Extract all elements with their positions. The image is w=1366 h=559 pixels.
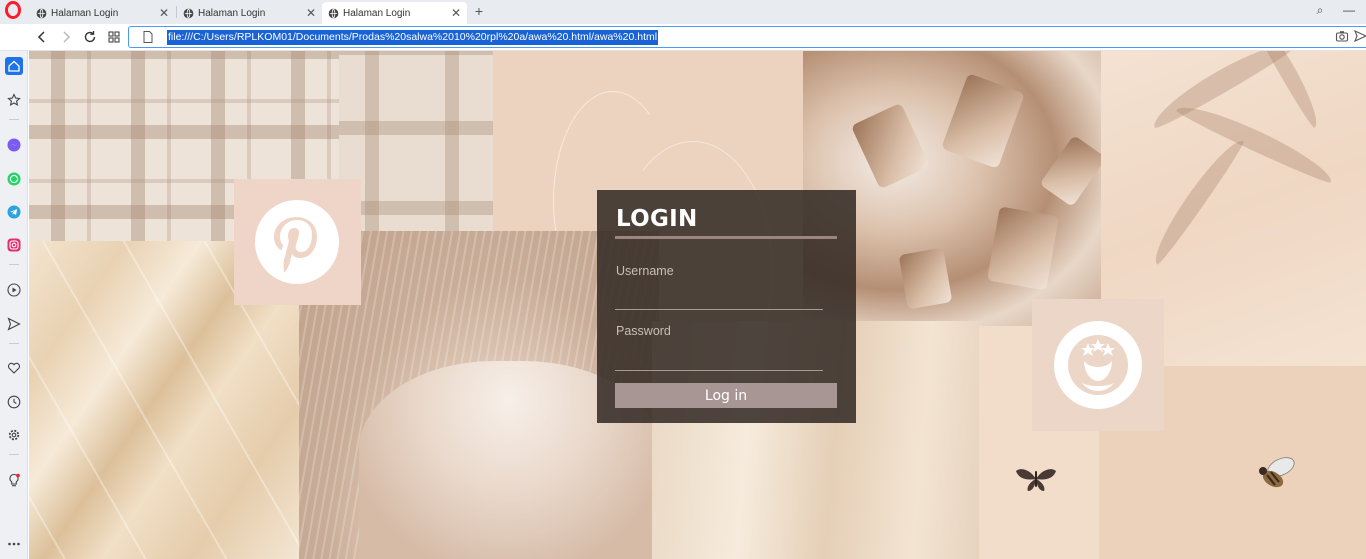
page-viewport: LOGIN Username Password Log in: [29, 51, 1366, 559]
url-field[interactable]: file:///C:/Users/RPLKOM01/Documents/Prod…: [128, 26, 1366, 48]
tab-label: Halaman Login: [198, 7, 266, 19]
bee-icon: [1259, 457, 1295, 488]
sidebar-divider: [9, 119, 19, 120]
moth-icon: [1016, 469, 1056, 491]
home-icon[interactable]: [5, 57, 23, 75]
search-tabs-icon[interactable]: ⌕: [1309, 0, 1331, 22]
heart-icon[interactable]: [5, 359, 23, 377]
minimize-button[interactable]: —: [1338, 0, 1360, 22]
sidebar-divider: [9, 454, 19, 455]
plaid-pattern-image: [339, 51, 494, 241]
sidebar-divider: [9, 343, 19, 344]
address-bar: file:///C:/Users/RPLKOM01/Documents/Prod…: [0, 24, 1366, 51]
login-button[interactable]: Log in: [615, 383, 837, 408]
username-input[interactable]: [615, 286, 823, 310]
messenger-icon[interactable]: [5, 136, 23, 154]
share-icon[interactable]: [1353, 29, 1366, 43]
tab-label: Halaman Login: [343, 7, 411, 19]
telegram-icon[interactable]: [5, 203, 23, 221]
more-icon[interactable]: [5, 535, 23, 553]
player-icon[interactable]: [5, 281, 23, 299]
new-tab-button[interactable]: +: [472, 3, 486, 19]
password-input[interactable]: [615, 347, 823, 371]
pinterest-sticker: [234, 179, 361, 305]
back-icon[interactable]: [33, 28, 51, 46]
url-text-selected[interactable]: file:///C:/Users/RPLKOM01/Documents/Prod…: [167, 30, 659, 45]
login-title: LOGIN: [616, 206, 698, 232]
tab-label: Halaman Login: [51, 7, 119, 19]
close-tab-icon[interactable]: ✕: [157, 6, 171, 20]
starbucks-sticker: [1032, 299, 1164, 431]
tab-2[interactable]: Halaman Login ✕: [177, 2, 322, 24]
title-underline: [615, 236, 837, 239]
sidebar-divider: [9, 264, 19, 265]
send-icon[interactable]: [5, 315, 23, 333]
star-icon[interactable]: [5, 91, 23, 109]
forward-icon[interactable]: [57, 28, 75, 46]
close-tab-icon[interactable]: ✕: [449, 6, 463, 20]
page-icon: [143, 31, 153, 43]
pinterest-logo-icon: [255, 200, 339, 284]
globe-icon: [183, 8, 194, 18]
tab-1[interactable]: Halaman Login ✕: [30, 2, 175, 24]
whatsapp-icon[interactable]: [5, 170, 23, 188]
history-icon[interactable]: [5, 393, 23, 411]
reload-icon[interactable]: [81, 28, 99, 46]
snapshot-icon[interactable]: [1335, 29, 1349, 43]
instagram-icon[interactable]: [5, 236, 23, 254]
login-form: LOGIN Username Password Log in: [597, 190, 856, 423]
opera-logo-icon[interactable]: [5, 1, 21, 19]
sidebar: [0, 51, 28, 559]
password-label: Password: [616, 324, 671, 338]
globe-icon: [328, 8, 339, 18]
settings-icon[interactable]: [5, 426, 23, 444]
close-tab-icon[interactable]: ✕: [304, 6, 318, 20]
globe-icon: [36, 8, 47, 18]
tab-bar: Halaman Login ✕ Halaman Login ✕ Halaman …: [0, 0, 1366, 24]
username-label: Username: [616, 264, 674, 278]
tabs-grid-icon[interactable]: [105, 28, 123, 46]
starbucks-logo-icon: [1054, 321, 1142, 409]
tab-3-active[interactable]: Halaman Login ✕: [322, 2, 467, 24]
bulb-icon[interactable]: [5, 471, 23, 489]
